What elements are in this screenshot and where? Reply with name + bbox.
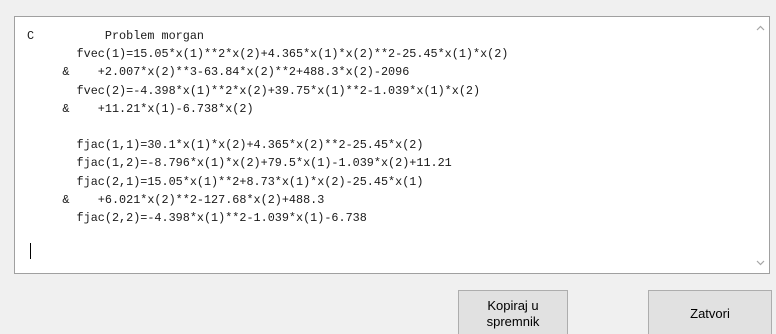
code-line: fjac(2,1)=15.05*x(1)**2+8.73*x(1)*x(2)-2… (27, 174, 424, 189)
code-content: C Problem morgan fvec(1)=15.05*x(1)**2*x… (27, 27, 743, 227)
text-caret (30, 243, 31, 259)
code-line: & +11.21*x(1)-6.738*x(2) (27, 101, 254, 116)
chevron-up-icon[interactable] (752, 19, 769, 36)
code-line: C Problem morgan (27, 29, 204, 43)
code-line: fjac(1,2)=-8.796*x(1)*x(2)+79.5*x(1)-1.0… (27, 156, 452, 171)
code-text-area[interactable]: C Problem morgan fvec(1)=15.05*x(1)**2*x… (14, 16, 770, 274)
code-line: & +2.007*x(2)**3-63.84*x(2)**2+488.3*x(2… (27, 65, 410, 80)
code-line: & +6.021*x(2)**2-127.68*x(2)+488.3 (27, 192, 325, 207)
copy-to-clipboard-button[interactable]: Kopiraj u spremnik (458, 290, 568, 334)
code-viewer-dialog: C Problem morgan fvec(1)=15.05*x(1)**2*x… (0, 0, 776, 334)
chevron-down-icon[interactable] (752, 254, 769, 271)
vertical-scrollbar[interactable] (752, 17, 769, 273)
code-line: fjac(1,1)=30.1*x(1)*x(2)+4.365*x(2)**2-2… (27, 138, 424, 153)
close-button[interactable]: Zatvori (648, 290, 772, 334)
code-line: fvec(1)=15.05*x(1)**2*x(2)+4.365*x(1)*x(… (27, 47, 509, 62)
code-line: fjac(2,2)=-4.398*x(1)**2-1.039*x(1)-6.73… (27, 210, 367, 225)
code-line: fvec(2)=-4.398*x(1)**2*x(2)+39.75*x(1)**… (27, 83, 481, 98)
